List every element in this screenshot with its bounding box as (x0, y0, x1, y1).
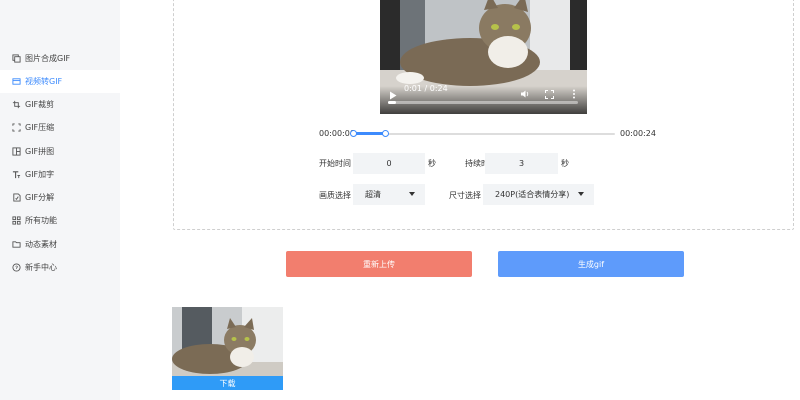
duration-unit: 秒 (561, 159, 569, 168)
sidebar-item-label: 视频转GIF (25, 77, 63, 86)
sidebar-item-label: GIF裁剪 (25, 100, 55, 109)
sidebar-item-all-features[interactable]: 所有功能 (0, 209, 120, 232)
chevron-down-icon (409, 192, 415, 196)
apps-icon (12, 216, 21, 225)
size-label: 尺寸选择 (449, 191, 481, 200)
sidebar-item-label: 所有功能 (25, 216, 57, 225)
video-icon (12, 77, 21, 86)
folder-icon (12, 240, 21, 249)
download-button[interactable]: 下载 (172, 376, 283, 390)
result-gif-thumbnail: 下载 (172, 307, 283, 390)
generate-gif-button[interactable]: 生成gif (498, 251, 684, 277)
sidebar-item-label: GIF加字 (25, 170, 55, 179)
video-time: 0:01 / 0:24 (404, 84, 448, 93)
copy-icon (12, 54, 21, 63)
size-select-value: 240P(适合表情分享) (495, 190, 570, 199)
fullscreen-icon[interactable] (545, 84, 554, 99)
sidebar-item-label: GIF拼图 (25, 147, 55, 156)
duration-input[interactable]: 3 (485, 153, 558, 174)
sidebar-item-image-to-gif[interactable]: 图片合成GIF (0, 47, 120, 70)
compress-icon (12, 123, 21, 132)
sidebar-item-label: GIF压缩 (25, 123, 55, 132)
video-progress-fill (388, 101, 396, 104)
timeline-start-handle[interactable] (349, 130, 357, 137)
quality-select-value: 超清 (365, 190, 381, 199)
sidebar-item-label: 图片合成GIF (25, 54, 71, 63)
start-time-input[interactable]: 0 (353, 153, 425, 174)
video-player[interactable] (380, 0, 587, 114)
sidebar-item-label: 动态素材 (25, 240, 57, 249)
more-options-icon[interactable] (572, 84, 576, 99)
text-icon (12, 170, 21, 179)
sidebar-item-gif-crop[interactable]: GIF裁剪 (0, 93, 120, 116)
play-icon[interactable] (389, 85, 397, 100)
sidebar-item-gif-add-text[interactable]: GIF加字 (0, 163, 120, 186)
sidebar-item-gif-collage[interactable]: GIF拼图 (0, 140, 120, 163)
help-icon (12, 263, 21, 272)
video-progress-bar[interactable] (388, 101, 578, 104)
sidebar-item-label: 新手中心 (25, 263, 57, 272)
timeline-selected-range (353, 132, 386, 135)
sidebar-item-gif-split[interactable]: GIF分解 (0, 186, 120, 209)
size-select[interactable]: 240P(适合表情分享) (483, 184, 594, 205)
sidebar-item-animated-assets[interactable]: 动态素材 (0, 233, 120, 256)
split-icon (12, 193, 21, 202)
sidebar-item-gif-compress[interactable]: GIF压缩 (0, 116, 120, 139)
volume-icon[interactable] (520, 84, 530, 98)
sidebar-item-video-to-gif[interactable]: 视频转GIF (0, 70, 120, 93)
sidebar: 图片合成GIF 视频转GIF GIF裁剪 GIF压缩 GIF拼图 GIF加字 G… (0, 0, 120, 400)
grid-icon (12, 147, 21, 156)
sidebar-item-beginner-center[interactable]: 新手中心 (0, 256, 120, 279)
start-time-label: 开始时间 (319, 159, 351, 168)
sidebar-item-label: GIF分解 (25, 193, 55, 202)
quality-select[interactable]: 超清 (353, 184, 425, 205)
quality-label: 画质选择 (319, 191, 351, 200)
timeline-end-label: 00:00:24 (620, 129, 656, 138)
timeline-track[interactable] (353, 133, 615, 135)
start-time-unit: 秒 (428, 159, 436, 168)
reupload-button[interactable]: 重新上传 (286, 251, 472, 277)
chevron-down-icon (578, 192, 584, 196)
crop-icon (12, 100, 21, 109)
